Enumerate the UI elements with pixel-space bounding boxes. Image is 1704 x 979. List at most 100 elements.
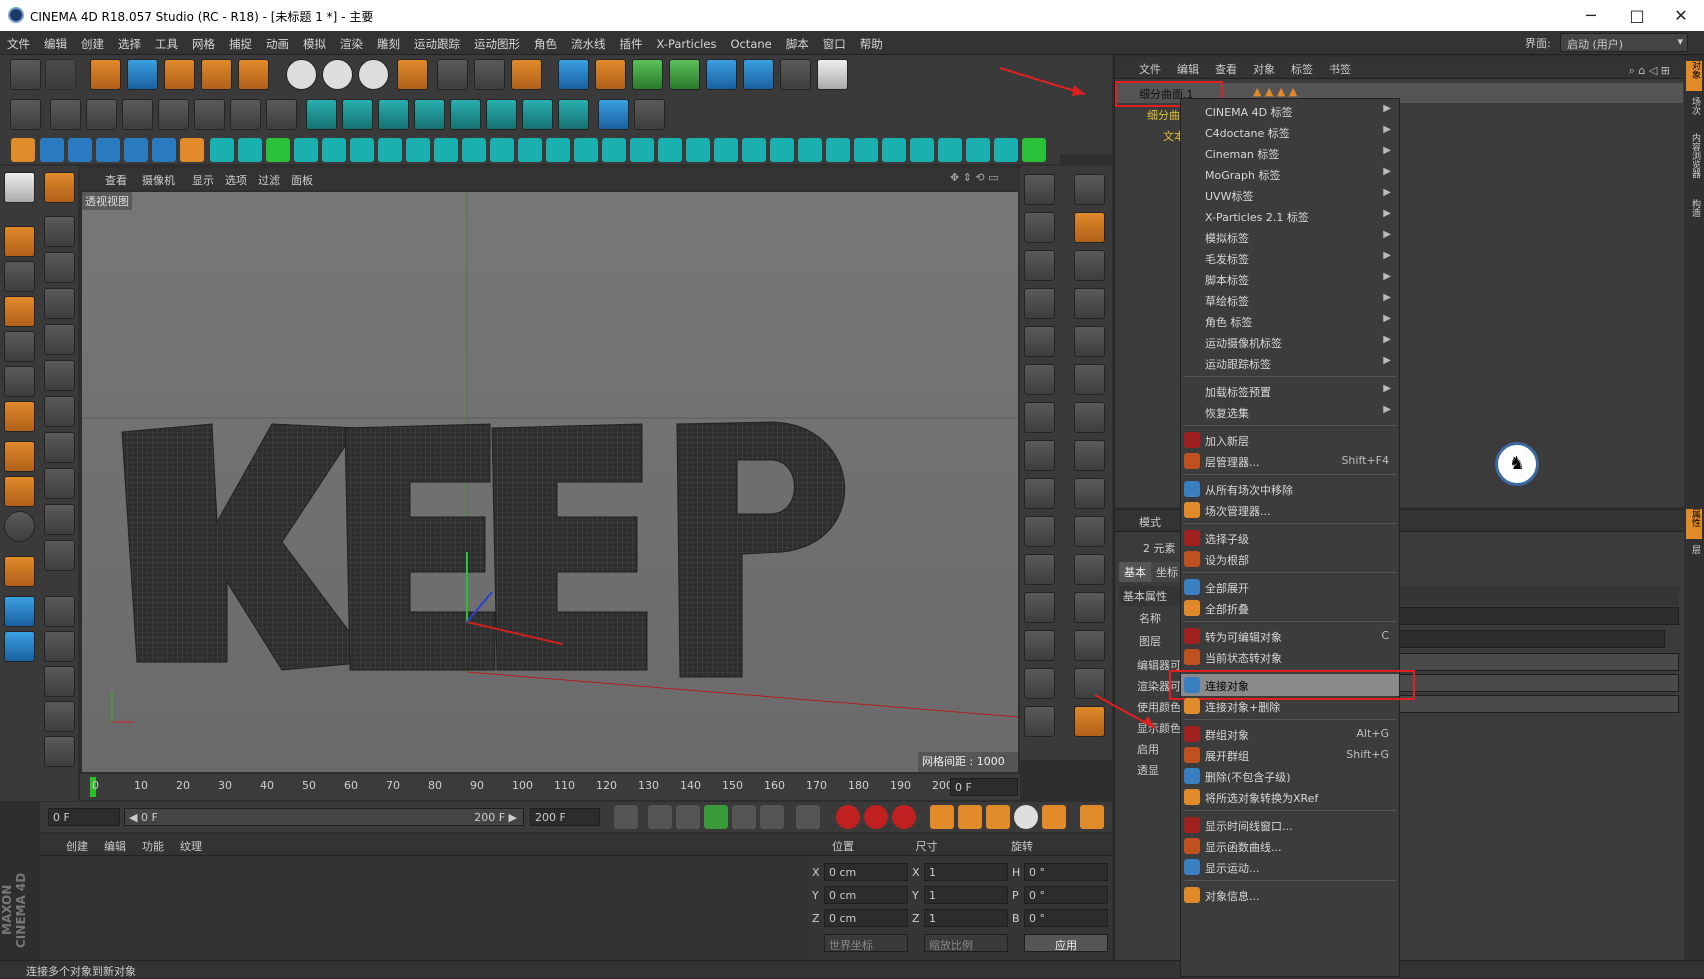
side-tab-takes[interactable]: 场次 (1686, 97, 1702, 127)
coord-rot-h[interactable]: 0 ° (1024, 863, 1108, 881)
xp-question2-icon[interactable] (294, 138, 318, 162)
scale-tool-icon[interactable] (164, 59, 195, 90)
context-item[interactable]: 草绘标签 ▶ (1181, 289, 1399, 311)
grid-tool2-icon[interactable] (44, 631, 75, 662)
context-item[interactable]: 群组对象 Alt+G (1181, 723, 1399, 745)
xp-modifier13-icon[interactable] (630, 138, 654, 162)
max-frame-field[interactable]: 200 F (530, 808, 600, 826)
xp-modifier22-icon[interactable] (882, 138, 906, 162)
xp-modifier14-icon[interactable] (658, 138, 682, 162)
xp-question-icon[interactable] (558, 99, 589, 130)
object-axis-icon[interactable] (10, 99, 41, 130)
autokey-icon[interactable] (864, 805, 888, 829)
strip-tool24-icon[interactable] (1074, 592, 1105, 623)
coord-pos-x[interactable]: 0 cm (824, 863, 908, 881)
xp-modifier11-icon[interactable] (574, 138, 598, 162)
rect-selection-icon[interactable] (44, 252, 75, 283)
octane-light-icon[interactable] (96, 138, 120, 162)
context-item[interactable]: 设为根部 (1181, 548, 1399, 570)
render-settings-icon[interactable] (511, 59, 542, 90)
coord-rot-p[interactable]: 0 ° (1024, 886, 1108, 904)
attr-tab-basic[interactable]: 基本 (1119, 562, 1151, 582)
object-name-2[interactable]: 细分曲 (1147, 107, 1180, 123)
context-item[interactable]: 加载标签预置 ▶ (1181, 380, 1399, 402)
context-item[interactable]: Cineman 标签 ▶ (1181, 142, 1399, 164)
floor-icon[interactable] (743, 59, 774, 90)
strip-tool16-icon[interactable] (1074, 440, 1105, 471)
octane-settings-icon[interactable] (40, 138, 64, 162)
attr-enable-label[interactable]: 启用 (1137, 741, 1159, 757)
render-view-icon[interactable] (437, 59, 468, 90)
xp-modifier23-icon[interactable] (910, 138, 934, 162)
light-icon[interactable] (817, 59, 848, 90)
material-menu-function[interactable]: 功能 (134, 834, 172, 854)
xp-modifier4-icon[interactable] (378, 138, 402, 162)
symmetry-icon[interactable] (4, 596, 35, 627)
side-tab-objects[interactable]: 对象 (1686, 61, 1702, 91)
tweak-icon[interactable] (4, 476, 35, 507)
subdivision-surface-icon[interactable] (632, 59, 663, 90)
menu-animate[interactable]: 动画 (259, 31, 296, 52)
attr-editor-dropdown[interactable] (1395, 653, 1679, 671)
strip-tool26-icon[interactable] (1074, 630, 1105, 661)
xp-modifier2-icon[interactable] (322, 138, 346, 162)
pen-spline-icon[interactable] (595, 59, 626, 90)
context-item[interactable]: 对象信息... (1181, 884, 1399, 906)
context-item[interactable]: 将所选对象转换为XRef (1181, 786, 1399, 808)
strip-tool3-icon[interactable] (1024, 212, 1055, 243)
om-menu-bookmarks[interactable]: 书签 (1321, 57, 1359, 77)
context-item[interactable]: 显示函数曲线... (1181, 835, 1399, 857)
bevel-icon[interactable] (44, 432, 75, 463)
key-position-icon[interactable] (930, 805, 954, 829)
strip-tool10-icon[interactable] (1074, 326, 1105, 357)
octane-camera-icon[interactable] (68, 138, 92, 162)
selection-icon[interactable] (44, 216, 75, 247)
strip-tool7-icon[interactable] (1024, 288, 1055, 319)
viewport-menu-options[interactable]: 选项 (225, 172, 247, 188)
context-item[interactable]: 恢复选集 ▶ (1181, 401, 1399, 423)
menu-plugins[interactable]: 插件 (613, 31, 650, 52)
context-item[interactable]: CINEMA 4D 标签 ▶ (1181, 100, 1399, 122)
coord-pos-y[interactable]: 0 cm (824, 886, 908, 904)
workplane-icon[interactable] (122, 99, 153, 130)
extrude-icon[interactable] (44, 396, 75, 427)
context-item[interactable]: 转为可编辑对象 C (1181, 625, 1399, 647)
context-item[interactable]: 角色 标签 ▶ (1181, 310, 1399, 332)
xp-modifier6-icon[interactable] (434, 138, 458, 162)
render-picture-viewer-icon[interactable] (474, 59, 505, 90)
context-item[interactable]: 运动跟踪标签 ▶ (1181, 352, 1399, 374)
key-param-icon[interactable] (1014, 805, 1038, 829)
strip-tool9-icon[interactable] (1024, 326, 1055, 357)
recent-tools-icon[interactable] (238, 59, 269, 90)
next-frame-icon[interactable] (732, 805, 756, 829)
xp-generator-icon[interactable] (378, 99, 409, 130)
world-coords-dropdown[interactable]: 世界坐标 (824, 934, 908, 952)
xp-system-icon[interactable] (342, 99, 373, 130)
strip-tool15-icon[interactable] (1024, 440, 1055, 471)
y-axis-lock-icon[interactable] (322, 59, 353, 90)
camera-icon[interactable] (780, 59, 811, 90)
grid-tool5-icon[interactable] (44, 736, 75, 767)
viewport-nav-icons[interactable]: ✥ ⇕ ⟲ ▭ (950, 171, 999, 184)
strip-tool13-icon[interactable] (1024, 402, 1055, 433)
bridge-icon[interactable] (44, 468, 75, 499)
menu-render[interactable]: 渲染 (333, 31, 370, 52)
points-palette-icon[interactable] (4, 331, 35, 362)
context-item[interactable]: X-Particles 2.1 标签 ▶ (1181, 205, 1399, 227)
menu-tools[interactable]: 工具 (148, 31, 185, 52)
coord-rot-b[interactable]: 0 ° (1024, 909, 1108, 927)
xp-modifier20-icon[interactable] (826, 138, 850, 162)
close-button[interactable]: ✕ (1658, 0, 1704, 31)
brush-icon[interactable] (44, 540, 75, 571)
side-tab-layers[interactable]: 层 (1686, 545, 1702, 565)
context-item[interactable]: 运动摄像机标签 ▶ (1181, 331, 1399, 353)
context-item[interactable]: 显示运动... (1181, 856, 1399, 878)
soft-selection-icon[interactable] (4, 631, 35, 662)
xp-modifier26-icon[interactable] (994, 138, 1018, 162)
apply-button[interactable]: 应用 (1024, 934, 1108, 952)
strip-tool2-icon[interactable] (1074, 174, 1105, 205)
xp-modifier-icon[interactable] (414, 99, 445, 130)
strip-tool12-icon[interactable] (1074, 364, 1105, 395)
xp-modifier12-icon[interactable] (602, 138, 626, 162)
menu-mesh[interactable]: 网格 (185, 31, 222, 52)
